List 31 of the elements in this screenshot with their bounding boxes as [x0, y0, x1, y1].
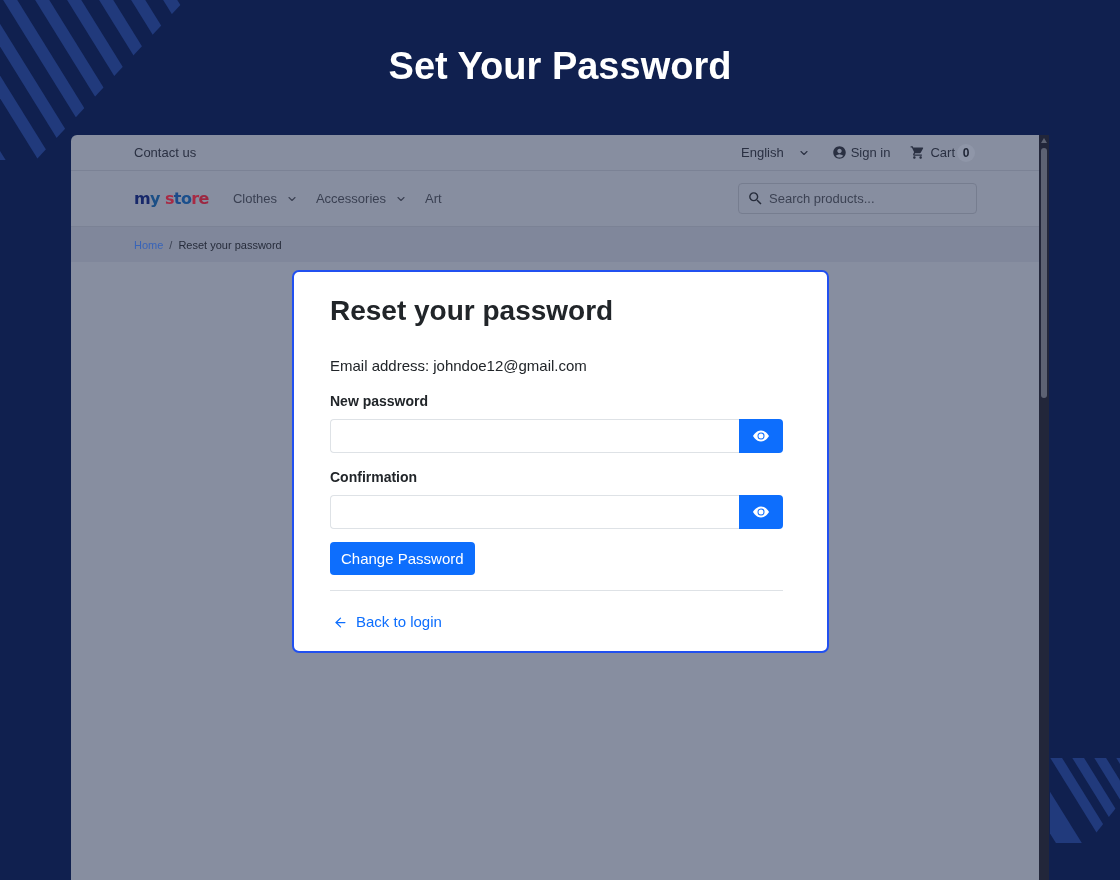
cart-count-badge: 0 — [957, 143, 975, 162]
email-label: Email address: — [330, 356, 430, 376]
password-input[interactable] — [330, 495, 739, 529]
sign-in-link[interactable]: Sign in — [831, 145, 891, 160]
page-title: Set Your Password — [388, 44, 732, 88]
eye-icon — [753, 428, 769, 444]
field-label: Confirmation — [330, 468, 418, 487]
change-password-button[interactable]: Change Password — [330, 542, 475, 575]
email-value: johndoe12@gmail.com — [433, 356, 587, 376]
breadcrumb-separator: / — [169, 238, 173, 251]
back-to-login-link[interactable]: Back to login — [330, 612, 442, 632]
nav-menu-item[interactable]: Art — [425, 191, 442, 206]
scrollbar[interactable] — [1039, 135, 1049, 880]
contact-link[interactable]: Contact us — [134, 145, 197, 160]
show-password-button[interactable] — [739, 419, 783, 453]
search-icon — [747, 190, 764, 207]
breadcrumb-current: Reset your password — [178, 238, 282, 251]
cart-icon — [910, 145, 926, 160]
nav-menu-item[interactable]: Clothes — [232, 191, 298, 206]
scrollbar-thumb[interactable] — [1041, 148, 1047, 398]
password-input[interactable] — [330, 419, 739, 453]
card-title: Reset your password — [330, 294, 614, 328]
scroll-up-icon[interactable] — [1041, 138, 1047, 143]
field-label: New password — [330, 392, 429, 411]
cart-link[interactable]: Cart 0 — [910, 143, 975, 162]
language-select[interactable]: English — [741, 145, 810, 160]
show-password-button[interactable] — [739, 495, 783, 529]
nav-menu-item[interactable]: Accessories — [315, 191, 408, 206]
store-logo[interactable]: my store — [134, 189, 209, 208]
eye-icon — [753, 504, 769, 520]
search-field[interactable]: Search products... — [738, 183, 977, 214]
